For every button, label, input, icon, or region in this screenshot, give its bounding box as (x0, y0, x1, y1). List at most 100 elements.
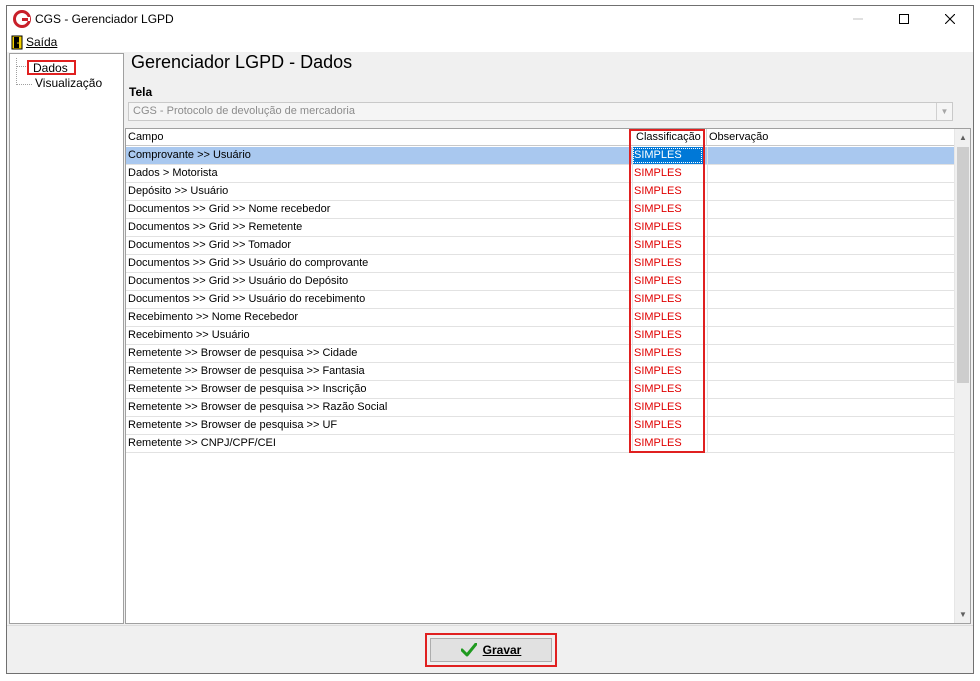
cell-classificacao[interactable]: SIMPLES (632, 291, 703, 308)
column-header-observacao[interactable]: Observação (707, 129, 954, 146)
cell-campo: Documentos >> Grid >> Usuário do Depósit… (128, 275, 349, 287)
tree-item-dados[interactable]: Dados (27, 60, 76, 75)
menu-exit[interactable]: Saída (11, 34, 57, 50)
cell-classificacao[interactable]: SIMPLES (632, 417, 703, 434)
table-row[interactable]: Documentos >> Grid >> Usuário do recebim… (126, 291, 954, 309)
cell-observacao[interactable] (707, 381, 954, 398)
tela-label: Tela (129, 85, 153, 99)
dropdown-arrow-icon[interactable]: ▼ (936, 103, 952, 120)
maximize-button[interactable] (881, 6, 927, 32)
cgs-logo-icon (13, 10, 31, 28)
table-row[interactable]: Depósito >> Usuário SIMPLES (126, 183, 954, 201)
cell-campo: Documentos >> Grid >> Remetente (128, 221, 303, 233)
column-header-campo[interactable]: Campo (126, 129, 630, 146)
cell-classificacao[interactable]: SIMPLES (632, 255, 703, 272)
scroll-thumb[interactable] (957, 147, 969, 383)
column-header-classificacao[interactable]: Classificação (630, 129, 707, 146)
cell-classificacao[interactable]: SIMPLES (632, 399, 703, 416)
table-row[interactable]: Remetente >> Browser de pesquisa >> Cida… (126, 345, 954, 363)
tree-connector (16, 84, 32, 85)
grid-header: Campo Classificação Observação (126, 129, 954, 146)
cell-campo: Remetente >> Browser de pesquisa >> Insc… (128, 383, 367, 395)
cell-observacao[interactable] (707, 399, 954, 416)
cell-classificacao[interactable]: SIMPLES (632, 183, 703, 200)
page-title: Gerenciador LGPD - Dados (131, 52, 353, 72)
cell-campo: Depósito >> Usuário (128, 185, 229, 197)
table-row[interactable]: Documentos >> Grid >> Usuário do comprov… (126, 255, 954, 273)
cell-campo: Remetente >> Browser de pesquisa >> Cida… (128, 347, 358, 359)
cell-campo: Remetente >> Browser de pesquisa >> UF (128, 419, 338, 431)
tela-select[interactable]: CGS - Protocolo de devolução de mercador… (128, 102, 953, 121)
maximize-icon (899, 14, 909, 24)
cell-classificacao[interactable]: SIMPLES (632, 147, 703, 164)
cell-observacao[interactable] (707, 363, 954, 380)
cell-observacao[interactable] (707, 309, 954, 326)
title-bar[interactable]: CGS - Gerenciador LGPD (7, 6, 973, 32)
cell-classificacao[interactable]: SIMPLES (632, 201, 703, 218)
checkmark-icon (460, 643, 477, 657)
fields-grid: Campo Classificação Observação Comprovan… (125, 128, 971, 624)
vertical-scrollbar[interactable]: ▲ ▼ (954, 129, 970, 623)
cell-campo: Documentos >> Grid >> Usuário do comprov… (128, 257, 369, 269)
table-row[interactable]: Remetente >> Browser de pesquisa >> UF SI… (126, 417, 954, 435)
cell-classificacao[interactable]: SIMPLES (632, 435, 703, 452)
table-row[interactable]: Documentos >> Grid >> Nome recebedor SIMP… (126, 201, 954, 219)
cell-observacao[interactable] (707, 327, 954, 344)
cell-campo: Recebimento >> Nome Recebedor (128, 311, 298, 323)
menu-bar: Saída (7, 32, 973, 52)
scroll-down-icon[interactable]: ▼ (955, 606, 970, 623)
cell-campo: Dados > Motorista (128, 167, 218, 179)
minimize-button[interactable] (835, 6, 881, 32)
table-row[interactable]: Remetente >> CNPJ/CPF/CEI SIMPLES (126, 435, 954, 453)
cell-campo: Remetente >> Browser de pesquisa >> Fant… (128, 365, 365, 377)
close-button[interactable] (927, 6, 973, 32)
cell-observacao[interactable] (707, 183, 954, 200)
cell-classificacao[interactable]: SIMPLES (632, 381, 703, 398)
table-row[interactable]: Dados > Motorista SIMPLES (126, 165, 954, 183)
cell-classificacao[interactable]: SIMPLES (632, 345, 703, 362)
cell-observacao[interactable] (707, 255, 954, 272)
tree-connector (16, 66, 26, 67)
cell-observacao[interactable] (707, 417, 954, 434)
cell-classificacao[interactable]: SIMPLES (632, 327, 703, 344)
cell-campo: Comprovante >> Usuário (128, 149, 251, 161)
table-row[interactable]: Documentos >> Grid >> Usuário do Depósit… (126, 273, 954, 291)
navigation-tree: Dados Visualização (9, 53, 124, 624)
cell-campo: Remetente >> CNPJ/CPF/CEI (128, 437, 276, 449)
cell-campo: Documentos >> Grid >> Nome recebedor (128, 203, 331, 215)
cell-observacao[interactable] (707, 273, 954, 290)
cell-observacao[interactable] (707, 165, 954, 182)
save-button-label: Gravar (482, 643, 522, 657)
grid-body: Comprovante >> Usuário SIMPLES Dados > Mot… (126, 147, 954, 453)
tree-item-visualizacao[interactable]: Visualização (33, 76, 104, 91)
window-title: CGS - Gerenciador LGPD (35, 12, 174, 26)
table-row[interactable]: Remetente >> Browser de pesquisa >> Fant… (126, 363, 954, 381)
cell-observacao[interactable] (707, 201, 954, 218)
cell-observacao[interactable] (707, 237, 954, 254)
table-row[interactable]: Recebimento >> Nome Recebedor SIMPLES (126, 309, 954, 327)
cell-classificacao[interactable]: SIMPLES (632, 237, 703, 254)
cell-classificacao[interactable]: SIMPLES (632, 363, 703, 380)
close-icon (945, 14, 955, 24)
table-row[interactable]: Comprovante >> Usuário SIMPLES (126, 147, 954, 165)
cell-classificacao[interactable]: SIMPLES (632, 165, 703, 182)
cell-classificacao[interactable]: SIMPLES (632, 273, 703, 290)
footer-bar: Gravar (7, 625, 973, 673)
table-row[interactable]: Remetente >> Browser de pesquisa >> Insc… (126, 381, 954, 399)
cell-observacao[interactable] (707, 345, 954, 362)
save-button-highlight: Gravar (425, 633, 557, 667)
table-row[interactable]: Documentos >> Grid >> Remetente SIMPLES (126, 219, 954, 237)
scroll-up-icon[interactable]: ▲ (955, 129, 970, 146)
cell-classificacao[interactable]: SIMPLES (632, 219, 703, 236)
cell-classificacao[interactable]: SIMPLES (632, 309, 703, 326)
cell-observacao[interactable] (707, 291, 954, 308)
table-row[interactable]: Recebimento >> Usuário SIMPLES (126, 327, 954, 345)
save-button[interactable]: Gravar (430, 638, 552, 662)
cell-observacao[interactable] (707, 435, 954, 452)
table-row[interactable]: Documentos >> Grid >> Tomador SIMPLES (126, 237, 954, 255)
cell-observacao[interactable] (707, 147, 954, 164)
table-row[interactable]: Remetente >> Browser de pesquisa >> Razã… (126, 399, 954, 417)
menu-exit-label: Saída (26, 35, 58, 49)
cell-campo: Recebimento >> Usuário (128, 329, 250, 341)
cell-observacao[interactable] (707, 219, 954, 236)
